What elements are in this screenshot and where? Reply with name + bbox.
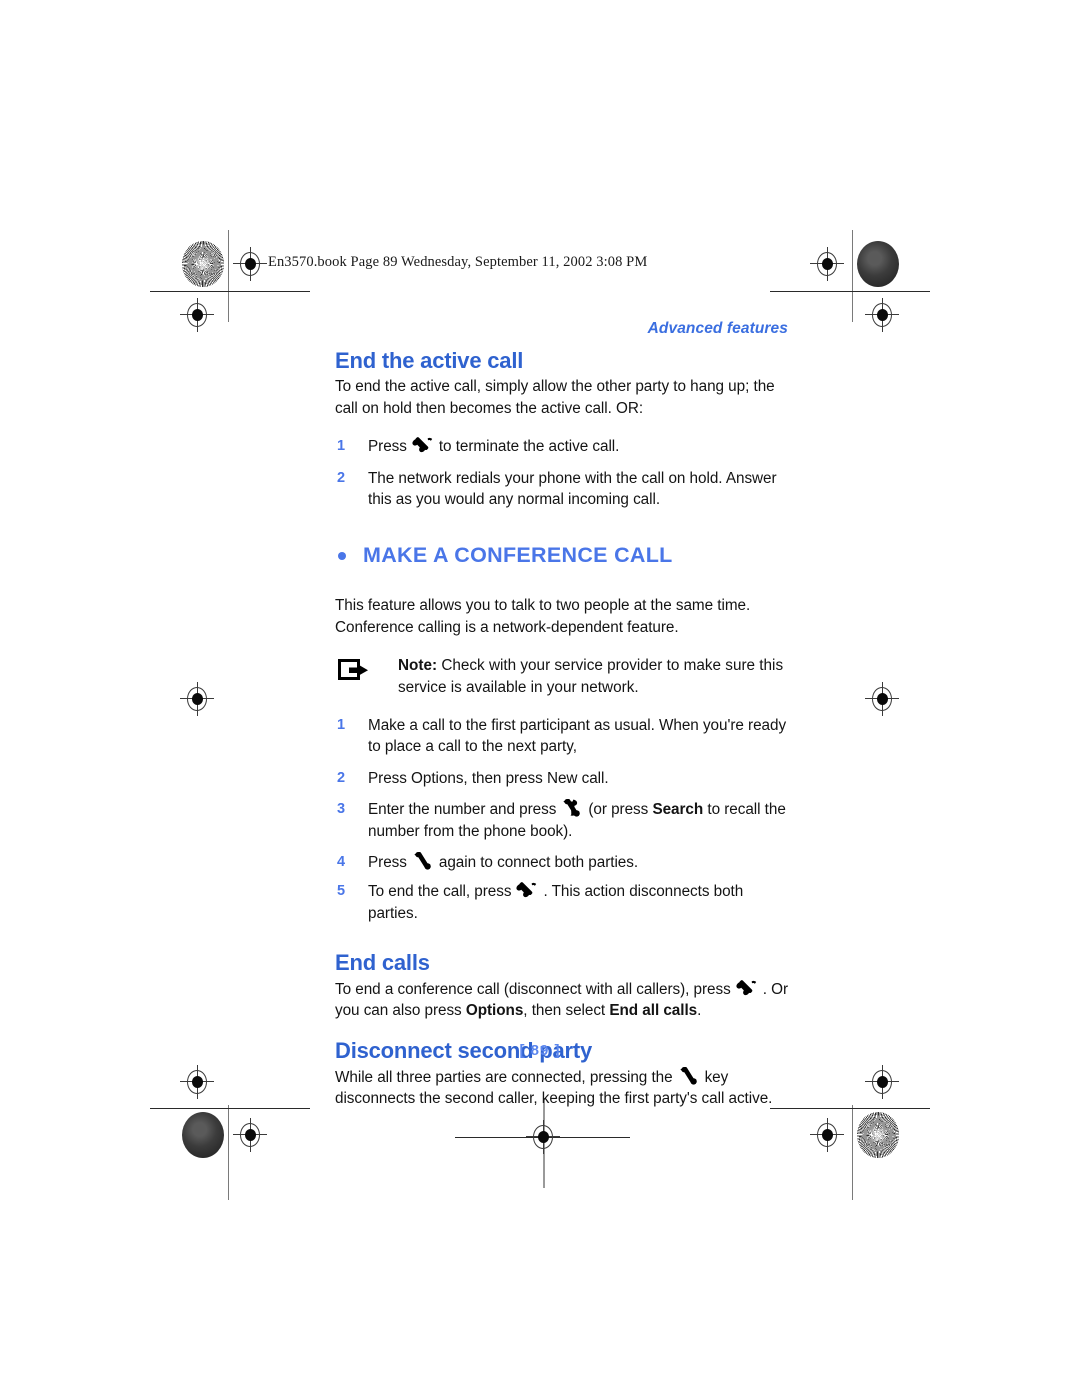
step-number: 3 (337, 801, 346, 818)
end-call-handset-icon (734, 979, 760, 998)
paragraph-disconnect-second-party: While all three parties are connected, p… (335, 1066, 793, 1110)
step-number: 2 (337, 769, 346, 786)
step-number: 2 (337, 469, 346, 486)
note-arrow-icon (338, 658, 372, 682)
paragraph-end-active-call-intro: To end the active call, simply allow the… (335, 378, 775, 417)
note-callout: Note: Check with your service provider t… (335, 655, 793, 698)
heading-end-the-active-call: End the active call (335, 348, 524, 373)
page-number-folio: [ 89 ] (519, 1042, 561, 1059)
list-item: 1 Press to terminate the active call. (335, 436, 793, 457)
step-text: The network redials your phone with the … (368, 469, 777, 509)
step-text: Press (368, 438, 407, 456)
list-item: 1 Make a call to the first participant a… (335, 715, 793, 758)
step-text-tail: to terminate the active call. (438, 438, 620, 456)
end-call-handset-icon (410, 436, 436, 455)
paragraph-conference-call-intro: This feature allows you to talk to two p… (335, 597, 751, 636)
list-item: 2 Press Options, then press New call. (335, 768, 793, 789)
step-text: Press Options, then press New call. (368, 769, 609, 787)
heading-end-calls: End calls (335, 950, 430, 976)
page-content-column: End the active call To end the active ca… (335, 348, 793, 1110)
send-call-handset-icon (410, 851, 436, 871)
list-item: 4 Press again to connect both parties. (335, 851, 793, 873)
step-number: 1 (337, 716, 346, 733)
heading-make-a-conference-call: MAKE A CONFERENCE CALL (335, 542, 793, 569)
running-head: Advanced features (647, 320, 788, 337)
step-text-mid: (or press (588, 801, 653, 819)
step-number: 4 (337, 853, 346, 870)
file-header-stamp: En3570.book Page 89 Wednesday, September… (268, 254, 648, 270)
step-number: 1 (337, 438, 346, 455)
step-text: Press (368, 853, 407, 871)
end-calls-text-tail: . (697, 1001, 702, 1019)
end-calls-bold-options: Options (465, 1001, 524, 1019)
send-call-handset-icon (676, 1066, 702, 1086)
note-text: Check with your service provider to make… (398, 657, 784, 696)
list-item: 3 Enter the number and press (or press Se… (335, 799, 793, 842)
steps-make-conference-call: 1 Make a call to the first participant a… (335, 715, 793, 924)
step-text: Make a call to the first participant as … (368, 716, 787, 756)
disconnect-text-before: While all three parties are connected, p… (335, 1068, 673, 1086)
end-calls-bold-end-all-calls: End all calls (609, 1001, 698, 1019)
list-item: 2 The network redials your phone with th… (335, 468, 793, 511)
paragraph-end-calls: To end a conference call (disconnect wit… (335, 979, 793, 1022)
step-bold-term: Search (652, 801, 704, 819)
list-item: 5 To end the call, press. This action di… (335, 881, 793, 924)
note-label: Note: (398, 657, 438, 675)
manual-page: En3570.book Page 89 Wednesday, September… (0, 0, 1080, 1397)
end-calls-text-mid2: , then select (523, 1001, 610, 1019)
step-number: 5 (337, 883, 346, 900)
end-call-handset-icon (514, 881, 540, 900)
step-text-tail: again to connect both parties. (438, 853, 639, 871)
end-calls-text-before: To end a conference call (disconnect wit… (335, 980, 731, 998)
steps-end-active-call: 1 Press to terminate the active call. 2 T… (335, 436, 793, 510)
send-call-handset-icon (559, 799, 585, 818)
step-text: To end the call, press (368, 883, 512, 901)
heading-text: MAKE A CONFERENCE CALL (363, 543, 673, 568)
bullet-icon (338, 552, 346, 561)
step-text: Enter the number and press (368, 801, 557, 819)
